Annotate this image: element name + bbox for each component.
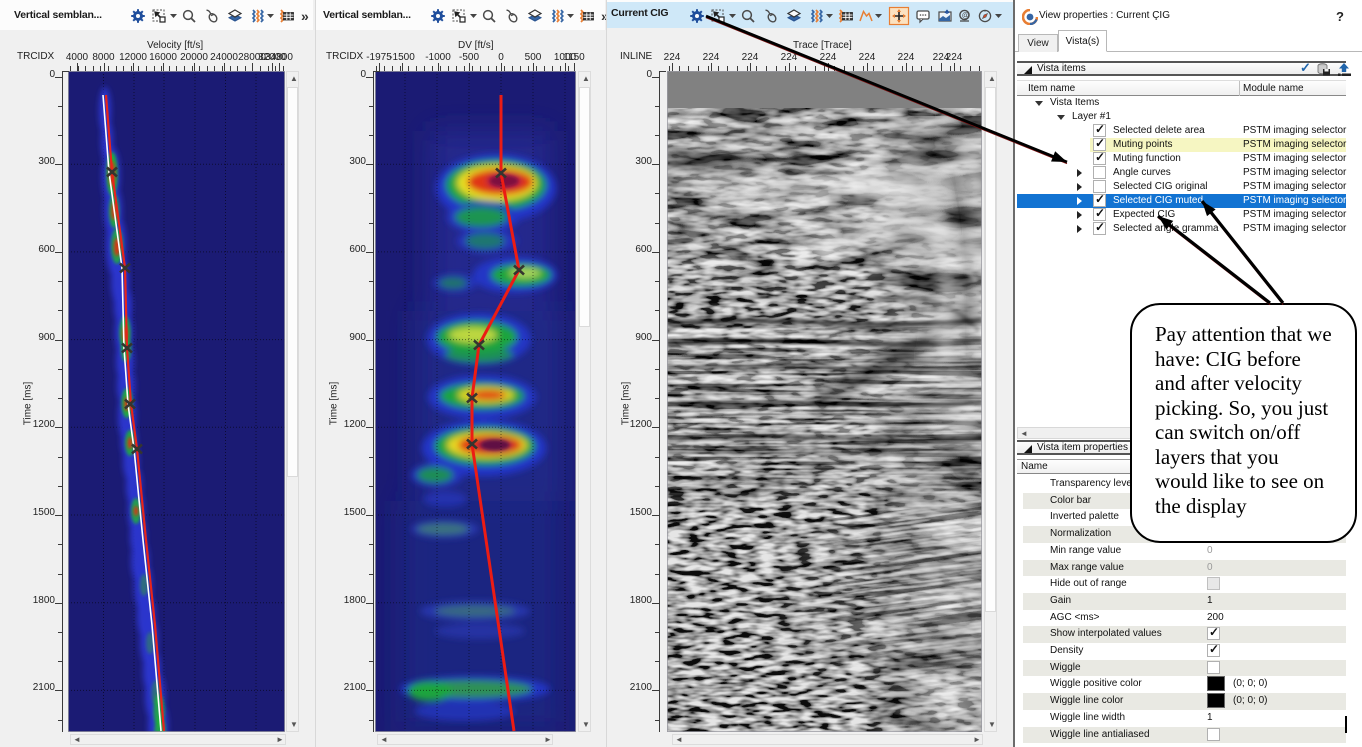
svg-text:»: » [301,8,309,24]
svg-text:@: @ [962,11,970,20]
